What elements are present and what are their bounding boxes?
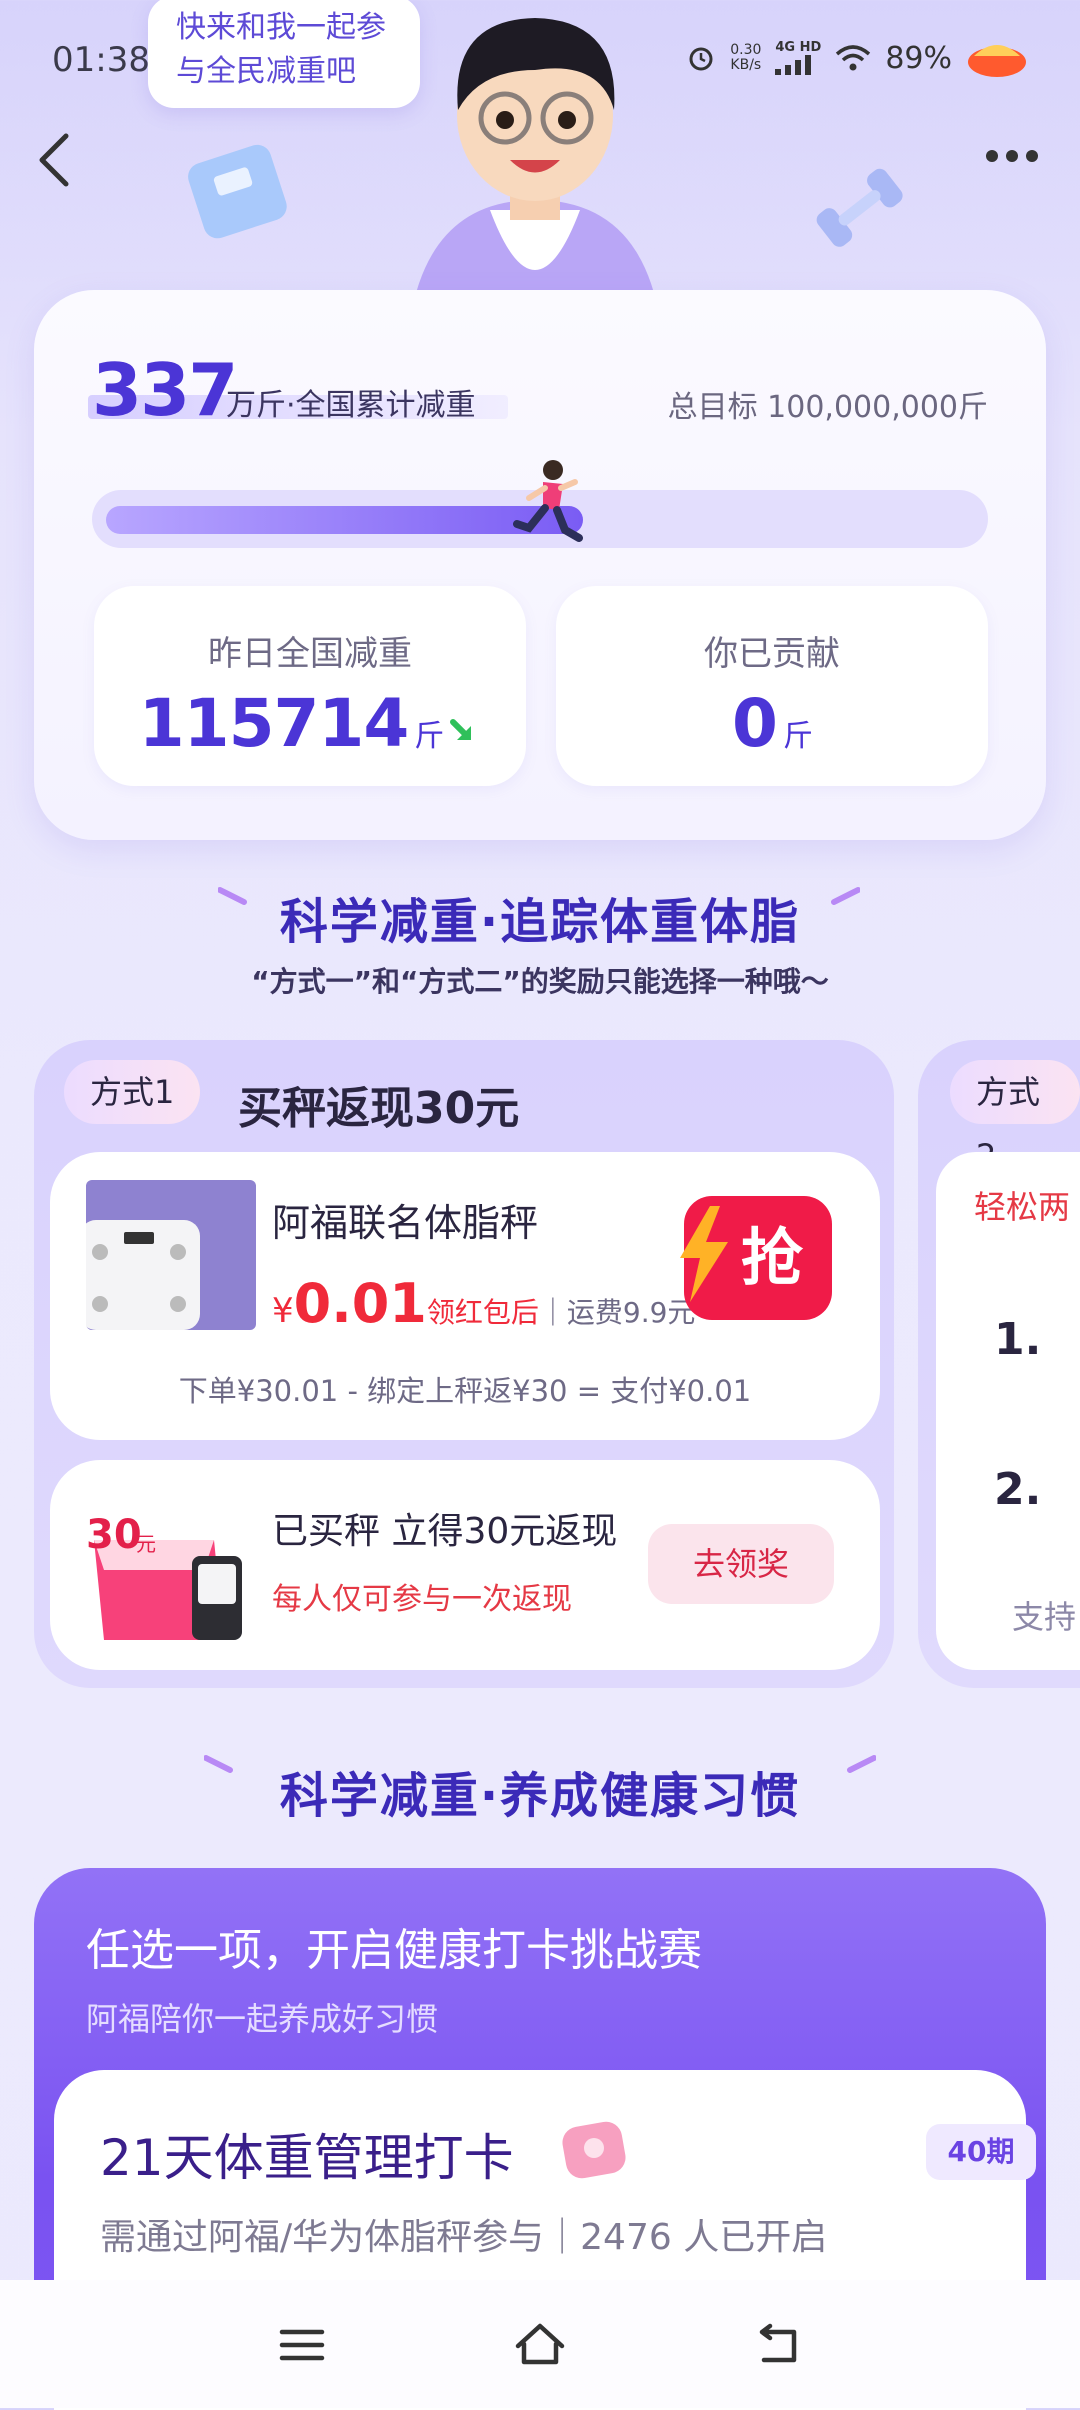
yesterday-value: 115714	[138, 685, 410, 762]
method2-support-text: 支持	[1012, 1598, 1077, 1636]
checkin-title: 21天体重管理打卡	[100, 2129, 514, 2187]
bag-unit: 元	[136, 1532, 156, 1556]
total-weight-lost-unit: 万斤·全国累计减重	[226, 388, 476, 423]
mascot-boy-image	[410, 18, 660, 320]
cashback-bag-image: 30 元	[84, 1500, 264, 1650]
menu-nav-icon[interactable]	[272, 2318, 332, 2372]
price-currency: ¥	[272, 1291, 294, 1331]
bag-amount: 30	[86, 1512, 142, 1558]
net-speed-unit: KB/s	[730, 57, 762, 73]
total-weight-lost-value: 337	[92, 348, 238, 432]
hongbao-icon	[968, 45, 1026, 77]
health-challenge-subtitle: 阿福陪你一起养成好习惯	[86, 2000, 439, 2038]
scale-product-icon	[80, 1180, 256, 1330]
claim-reward-button[interactable]: 去领奖	[648, 1524, 834, 1604]
shipping-fee: ｜运费9.9元	[538, 1296, 696, 1329]
down-arrow-icon	[450, 719, 472, 740]
yesterday-label: 昨日全国减重	[208, 634, 412, 674]
scale-product-image	[80, 1180, 256, 1330]
bought-title: 已买秤 立得30元返现	[272, 1511, 618, 1552]
health-challenge-title: 任选一项，开启健康打卡挑战赛	[86, 1925, 702, 1976]
checkin-period-badge: 40期	[926, 2124, 1036, 2180]
scale-decor-icon	[188, 144, 287, 239]
battery-percent: 89%	[885, 40, 952, 76]
method2-step-1: 1.	[994, 1314, 1042, 1365]
yesterday-stat-card: 昨日全国减重 115714 斤	[94, 586, 526, 786]
back-nav-icon[interactable]	[748, 2318, 808, 2372]
product-name: 阿福联名体脂秤	[272, 1201, 539, 1245]
runner-icon	[513, 460, 583, 542]
yesterday-unit: 斤	[414, 719, 444, 754]
dumbbell-decor-icon	[816, 168, 903, 247]
wifi-icon	[836, 45, 871, 71]
more-menu-icon[interactable]	[984, 138, 1040, 174]
bought-subtitle: 每人仅可参与一次返现	[272, 1582, 572, 1617]
contribution-unit: 斤	[782, 719, 813, 754]
contribution-label: 你已贡献	[704, 634, 840, 674]
section-title-tracking: 科学减重·追踪体重体脂	[279, 894, 801, 950]
product-price: 0.01	[293, 1272, 427, 1335]
method2-headline: 轻松两	[974, 1188, 1071, 1226]
grab-button[interactable]: 抢	[680, 1196, 832, 1320]
price-note: 领红包后	[426, 1296, 539, 1329]
contribution-stat-card: 你已贡献 0斤	[556, 586, 988, 786]
lightning-icon	[680, 1206, 728, 1302]
status-icons: 0.30 KB/s 4G HD 89%	[686, 38, 1028, 78]
pink-scale-icon	[562, 2121, 626, 2179]
total-goal: 总目标 100,000,000斤	[667, 390, 988, 425]
network-type: 4G HD	[775, 40, 822, 55]
method2-step-2: 2.	[994, 1464, 1042, 1515]
method1-tag: 方式1	[64, 1060, 201, 1124]
price-formula: 下单¥30.01 - 绑定上秤返¥30 = 支付¥0.01	[178, 1374, 752, 1408]
grab-label: 抢	[740, 1221, 803, 1294]
yesterday-value-row: 115714 斤	[94, 685, 526, 762]
net-speed: 0.30	[730, 42, 762, 58]
status-time: 01:38	[52, 40, 150, 80]
contribution-value: 0	[732, 685, 778, 762]
section-title-habits: 科学减重·养成健康习惯	[279, 1768, 801, 1824]
method2-tag: 方式2	[950, 1060, 1080, 1175]
sparkle-right-2-icon	[847, 1755, 876, 1773]
back-arrow-icon[interactable]	[34, 130, 74, 190]
section-subtitle-tracking: “方式一”和“方式二”的奖励只能选择一种哦～	[251, 965, 829, 998]
signal-icon	[775, 55, 812, 75]
checkin-subtitle: 需通过阿福/华为体脂秤参与｜2476 人已开启	[100, 2217, 828, 2258]
home-nav-icon[interactable]	[510, 2318, 570, 2372]
product-price-row: ¥0.01领红包后｜运费9.9元	[272, 1272, 695, 1335]
sparkle-right-icon	[831, 887, 860, 905]
method1-title: 买秤返现30元	[238, 1083, 520, 1134]
